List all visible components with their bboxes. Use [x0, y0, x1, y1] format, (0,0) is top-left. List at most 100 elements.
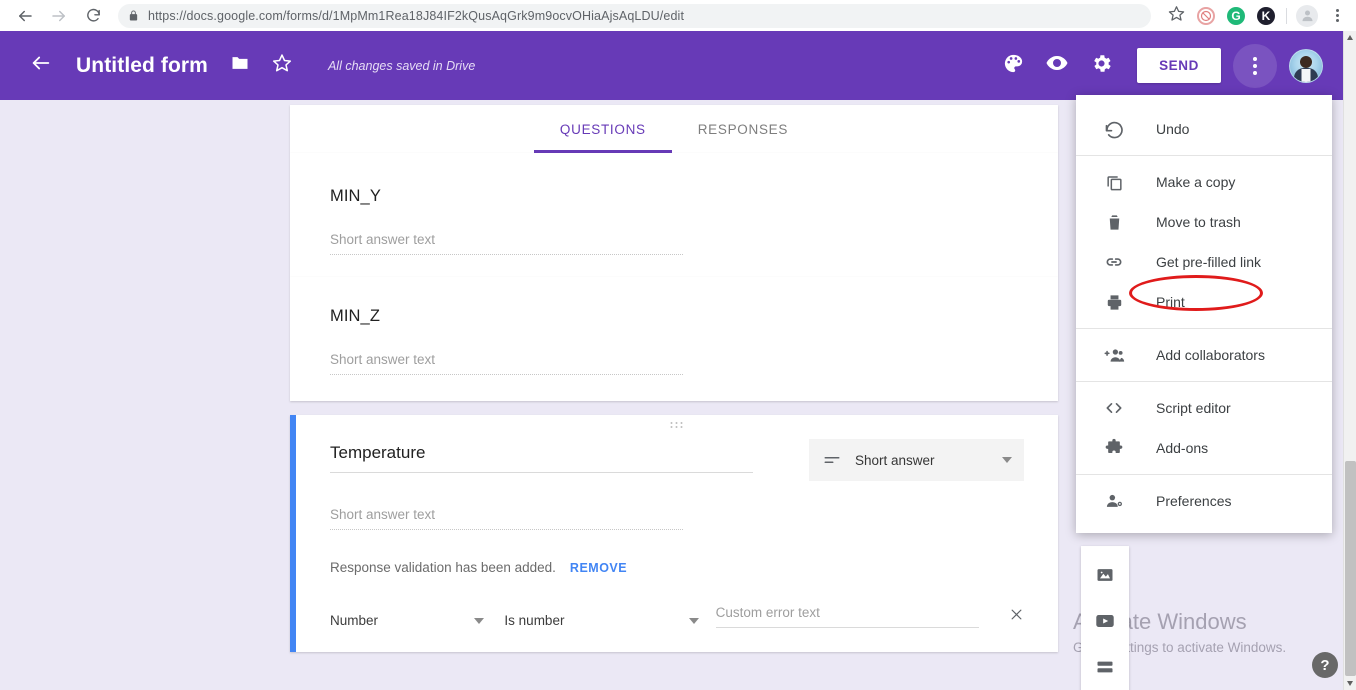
preview-button[interactable] — [1035, 44, 1079, 88]
menu-item-print[interactable]: Print — [1076, 282, 1332, 322]
question-card-temperature[interactable]: Temperature Short answer Short answer te… — [290, 415, 1058, 652]
menu-item-move-to-trash[interactable]: Move to trash — [1076, 202, 1332, 242]
move-to-folder-button[interactable] — [230, 53, 250, 78]
chrome-profile-button[interactable] — [1292, 0, 1322, 31]
puzzle-piece-icon — [1102, 436, 1126, 460]
close-validation-button[interactable] — [1009, 607, 1024, 628]
theme-palette-button[interactable] — [991, 44, 1035, 88]
reload-button[interactable] — [76, 0, 110, 31]
menu-item-label: Print — [1156, 294, 1185, 310]
k-extension-icon: K — [1257, 6, 1275, 25]
scroll-up-arrow-icon[interactable] — [1347, 35, 1353, 40]
chevron-down-icon — [688, 617, 699, 624]
forward-button[interactable] — [42, 0, 76, 31]
save-status-text: All changes saved in Drive — [327, 58, 476, 73]
scroll-down-arrow-icon[interactable] — [1347, 681, 1353, 686]
person-gear-icon — [1102, 489, 1126, 513]
question-title-input[interactable]: Temperature — [330, 443, 753, 473]
menu-item-label: Preferences — [1156, 493, 1232, 509]
more-options-button[interactable] — [1233, 43, 1277, 88]
forms-back-button[interactable] — [30, 52, 52, 79]
extension-grammarly-button[interactable]: G — [1221, 0, 1251, 31]
browser-icons: G K — [1161, 0, 1356, 31]
validation-condition-value: Is number — [504, 613, 565, 628]
menu-item-label: Script editor — [1156, 400, 1231, 416]
validation-type-value: Number — [330, 613, 379, 628]
chrome-menu-button[interactable] — [1322, 0, 1352, 31]
help-button[interactable]: ? — [1312, 652, 1338, 678]
add-video-button[interactable] — [1082, 600, 1128, 646]
question-header-row: Temperature Short answer — [330, 439, 1024, 481]
settings-button[interactable] — [1079, 44, 1123, 88]
undo-arrow-icon — [1102, 117, 1126, 141]
menu-item-get-pre-filled-link[interactable]: Get pre-filled link — [1076, 242, 1332, 282]
page-title[interactable]: Untitled form — [76, 54, 208, 78]
remove-validation-link[interactable]: REMOVE — [570, 561, 627, 575]
menu-group-tools: Script editor Add-ons — [1076, 382, 1332, 474]
url-text: https://docs.google.com/forms/d/1MpMm1Re… — [148, 8, 685, 23]
validation-condition-select[interactable]: Is number — [504, 613, 699, 628]
more-options-menu: Undo Make a copy Move to trash Get pre-f… — [1076, 95, 1332, 533]
image-icon — [1095, 565, 1115, 590]
form-tabs: QUESTIONS RESPONSES — [290, 105, 1058, 153]
star-icon — [1168, 5, 1185, 27]
avatar-shirt — [1301, 68, 1311, 82]
address-bar[interactable]: https://docs.google.com/forms/d/1MpMm1Re… — [118, 3, 1151, 28]
back-button[interactable] — [8, 0, 42, 31]
question-card-min-z[interactable]: MIN_Z Short answer text — [290, 277, 1058, 401]
validation-note-text: Response validation has been added. — [330, 560, 556, 575]
chevron-down-icon — [474, 617, 485, 624]
toolbar-divider — [1286, 7, 1287, 24]
menu-item-label: Add-ons — [1156, 440, 1209, 456]
validation-type-select[interactable]: Number — [330, 613, 485, 628]
menu-item-preferences[interactable]: Preferences — [1076, 481, 1332, 521]
add-section-button[interactable] — [1082, 646, 1128, 690]
scrollbar-thumb[interactable] — [1345, 461, 1356, 676]
tab-questions[interactable]: QUESTIONS — [533, 105, 672, 153]
page-scrollbar[interactable] — [1343, 31, 1356, 690]
trash-icon — [1102, 210, 1126, 234]
menu-item-label: Undo — [1156, 121, 1190, 137]
browser-toolbar: https://docs.google.com/forms/d/1MpMm1Re… — [0, 0, 1356, 31]
bookmark-star-button[interactable] — [1161, 0, 1191, 31]
chevron-down-icon — [1002, 457, 1012, 463]
menu-item-add-ons[interactable]: Add-ons — [1076, 428, 1332, 468]
tab-responses[interactable]: RESPONSES — [672, 105, 814, 153]
menu-item-script-editor[interactable]: Script editor — [1076, 388, 1332, 428]
form-editor-column: QUESTIONS RESPONSES MIN_Y Short answer t… — [290, 105, 1058, 652]
menu-group-preferences: Preferences — [1076, 475, 1332, 527]
profile-avatar-icon — [1296, 4, 1318, 27]
menu-item-undo[interactable]: Undo — [1076, 109, 1332, 149]
custom-error-input[interactable]: Custom error text — [715, 605, 979, 628]
menu-item-make-a-copy[interactable]: Make a copy — [1076, 162, 1332, 202]
short-answer-placeholder: Short answer text — [330, 352, 683, 375]
close-x-icon — [1009, 607, 1024, 626]
lock-icon — [128, 9, 139, 22]
header-actions: SEND — [991, 43, 1343, 88]
menu-group-file: Make a copy Move to trash Get pre-filled… — [1076, 156, 1332, 328]
menu-item-add-collaborators[interactable]: Add collaborators — [1076, 335, 1332, 375]
vertical-kebab-icon — [1253, 56, 1257, 75]
add-image-button[interactable] — [1082, 554, 1128, 600]
forward-arrow-icon — [50, 7, 68, 25]
send-button[interactable]: SEND — [1137, 48, 1221, 83]
back-arrow-icon — [30, 52, 52, 79]
extension-blocker-button[interactable] — [1191, 0, 1221, 31]
avatar[interactable] — [1289, 48, 1323, 83]
video-play-icon — [1094, 610, 1116, 637]
link-chain-icon — [1102, 250, 1126, 274]
copy-icon — [1102, 170, 1126, 194]
question-title: MIN_Z — [330, 307, 380, 325]
blocker-extension-icon — [1197, 6, 1215, 25]
tab-list: QUESTIONS RESPONSES — [533, 105, 814, 153]
star-form-button[interactable] — [272, 53, 292, 78]
menu-group-undo: Undo — [1076, 103, 1332, 155]
question-type-select[interactable]: Short answer — [809, 439, 1024, 481]
chrome-kebab-menu-icon — [1335, 9, 1339, 22]
grammarly-extension-icon: G — [1227, 6, 1245, 25]
palette-icon — [1002, 52, 1025, 80]
short-answer-placeholder: Short answer text — [330, 507, 683, 530]
extension-k-button[interactable]: K — [1251, 0, 1281, 31]
drag-handle-dots[interactable] — [670, 422, 684, 428]
question-card-min-y[interactable]: MIN_Y Short answer text — [290, 153, 1058, 277]
